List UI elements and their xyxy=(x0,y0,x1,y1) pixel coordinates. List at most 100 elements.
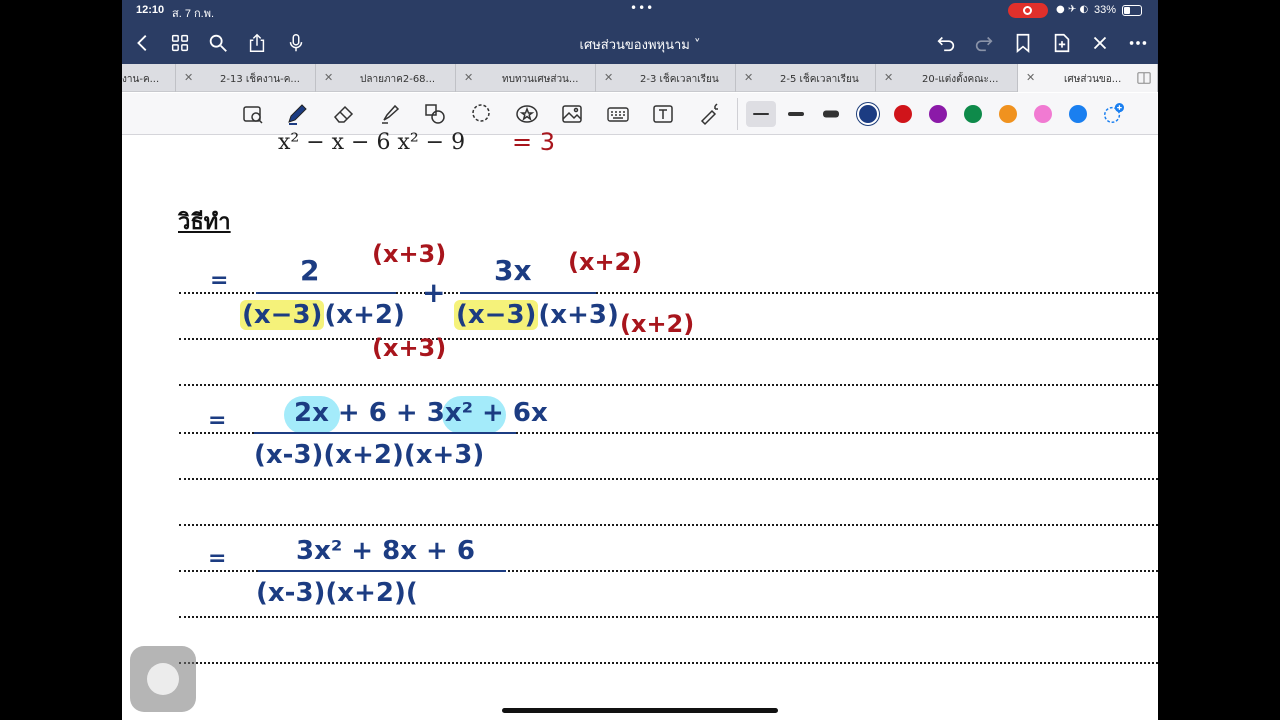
tab-5[interactable]: ✕ 2-5 เช็คเวลาเรียน xyxy=(736,64,876,92)
undo-button[interactable] xyxy=(933,30,959,56)
color-swatch[interactable] xyxy=(1034,105,1052,123)
sticker-icon xyxy=(516,105,538,123)
tab-label: 2-5 เช็คเวลาเรียน xyxy=(780,74,859,85)
drawing-toolbar xyxy=(122,93,1158,135)
close-button[interactable] xyxy=(1087,30,1113,56)
tab-close-icon[interactable]: ✕ xyxy=(604,71,613,84)
status-date: ส. 7 ก.พ. xyxy=(172,8,215,20)
plus-sign: + xyxy=(422,276,446,309)
tab-1[interactable]: ✕ 2-13 เช็คงาน-ค... xyxy=(176,64,316,92)
color-swatch[interactable] xyxy=(964,105,982,123)
color-swatch[interactable] xyxy=(859,105,877,123)
step3-numerator: 3x² + 8x + 6 xyxy=(296,536,475,566)
notebook-page[interactable]: x² − x − 6 x² − 9 = 3 วิธีทำ = 2 (x+3) (… xyxy=(122,128,1158,720)
tab-0[interactable]: งาน-ค... xyxy=(122,64,176,92)
add-color-icon xyxy=(1104,103,1124,123)
factor: (x+2) xyxy=(324,300,405,330)
multitask-dots[interactable]: ••• xyxy=(630,1,654,15)
ruled-line xyxy=(179,384,1158,386)
multiplier-bottom-left: (x+3) xyxy=(372,334,447,362)
tab-6[interactable]: ✕ 20-แต่งตั้งคณะ... xyxy=(876,64,1018,92)
tab-close-icon[interactable]: ✕ xyxy=(1026,71,1035,84)
ruled-line xyxy=(179,616,1158,618)
split-view-icon[interactable] xyxy=(1137,71,1151,85)
share-button[interactable] xyxy=(244,30,270,56)
status-bar: 12:10 ส. 7 ก.พ. ••• ● ✈ ◐ 33% xyxy=(122,0,1158,22)
add-color-button[interactable] xyxy=(1102,103,1124,125)
tab-close-icon[interactable]: ✕ xyxy=(884,71,893,84)
printed-denominators: x² − x − 6 x² − 9 xyxy=(278,130,466,155)
keyboard-icon xyxy=(607,107,629,122)
screen-recording-icon[interactable] xyxy=(1008,3,1048,18)
image-tool[interactable] xyxy=(559,101,585,127)
shapes-icon xyxy=(425,104,445,124)
lasso-tool[interactable] xyxy=(468,101,494,127)
highlighted-factor: (x−3) xyxy=(454,300,539,330)
tab-close-icon[interactable]: ✕ xyxy=(464,71,473,84)
tab-label: ทบทวนเศษส่วน... xyxy=(502,74,579,85)
tab-close-icon[interactable]: ✕ xyxy=(184,71,193,84)
stroke-thick-button[interactable] xyxy=(816,101,846,127)
color-swatch[interactable] xyxy=(894,105,912,123)
ruled-line xyxy=(179,338,1158,340)
status-time: 12:10 xyxy=(136,4,165,16)
home-indicator[interactable] xyxy=(502,708,778,713)
tab-7-active[interactable]: ✕ เศษส่วนขอ... xyxy=(1018,64,1158,92)
status-icons: ● ✈ ◐ xyxy=(1056,4,1089,15)
tab-label: เศษส่วนขอ... xyxy=(1064,74,1122,85)
eraser-tool[interactable] xyxy=(331,101,357,127)
fraction-bar xyxy=(254,432,516,434)
share-icon xyxy=(249,33,265,52)
tab-label: 2-13 เช็คงาน-ค... xyxy=(220,74,300,85)
multiplier-top-left: (x+3) xyxy=(372,240,447,268)
stroke-medium-button[interactable] xyxy=(781,101,811,127)
sticker-tool[interactable] xyxy=(514,101,540,127)
equals-sign: = xyxy=(208,546,227,571)
shapes-tool[interactable] xyxy=(422,101,448,127)
more-button[interactable] xyxy=(1125,30,1151,56)
bookmark-button[interactable] xyxy=(1010,30,1036,56)
grid-icon xyxy=(171,34,189,52)
highlighter-tool[interactable] xyxy=(377,101,403,127)
color-swatch[interactable] xyxy=(1069,105,1087,123)
navigation-bar: เศษส่วนของพหุนาม ˅ xyxy=(122,22,1158,64)
tab-4[interactable]: ✕ 2-3 เช็คเวลาเรียน xyxy=(596,64,736,92)
grid-view-button[interactable] xyxy=(167,30,193,56)
ruled-line xyxy=(179,662,1158,664)
pen-tool[interactable] xyxy=(284,101,310,127)
add-page-icon xyxy=(1054,33,1070,53)
zoom-window-icon xyxy=(243,106,263,124)
back-button[interactable] xyxy=(130,30,156,56)
tab-3[interactable]: ✕ ทบทวนเศษส่วน... xyxy=(456,64,596,92)
step3-denominator: (x-3)(x+2)( xyxy=(256,578,418,608)
laser-pointer-tool[interactable] xyxy=(696,101,722,127)
lasso-icon xyxy=(472,104,490,122)
fraction-bar xyxy=(460,292,596,294)
microphone-button[interactable] xyxy=(283,30,309,56)
color-swatch[interactable] xyxy=(999,105,1017,123)
battery-percent: 33% xyxy=(1094,4,1117,16)
microphone-icon xyxy=(289,34,303,52)
assistive-touch-button[interactable] xyxy=(130,646,196,712)
ruled-line xyxy=(179,478,1158,480)
tab-label: ปลายภาค2-68... xyxy=(360,74,436,85)
chevron-left-icon xyxy=(137,35,147,51)
search-button[interactable] xyxy=(205,30,231,56)
search-icon xyxy=(209,34,227,52)
keyboard-tool[interactable] xyxy=(605,101,631,127)
lasso-zoom-tool[interactable] xyxy=(240,101,266,127)
redo-button[interactable] xyxy=(971,30,997,56)
tab-close-icon[interactable]: ✕ xyxy=(324,71,333,84)
left-letterbox xyxy=(0,0,122,720)
color-swatch[interactable] xyxy=(929,105,947,123)
toolbar-separator xyxy=(737,98,738,130)
step2-numerator: 2x + 6 + 3x² + 6x xyxy=(294,398,548,428)
text-tool[interactable] xyxy=(650,101,676,127)
tab-2[interactable]: ✕ ปลายภาค2-68... xyxy=(316,64,456,92)
stroke-thin-button[interactable] xyxy=(746,101,776,127)
add-page-button[interactable] xyxy=(1049,30,1075,56)
tab-close-icon[interactable]: ✕ xyxy=(744,71,753,84)
document-title[interactable]: เศษส่วนของพหุนาม ˅ xyxy=(522,34,758,55)
fraction-bar xyxy=(258,570,506,572)
multiplier-top-right: (x+2) xyxy=(568,248,643,276)
